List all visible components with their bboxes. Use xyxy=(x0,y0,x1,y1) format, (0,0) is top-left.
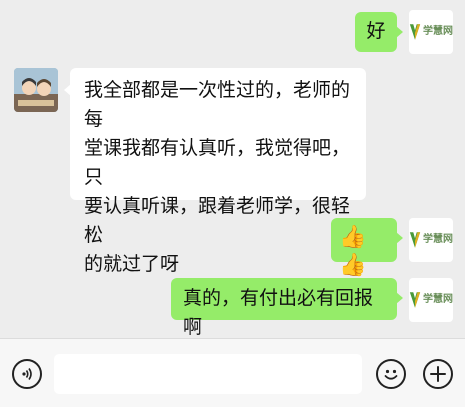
logo-text: 学慧网 xyxy=(423,294,453,305)
logo-icon xyxy=(409,232,421,248)
sender-avatar[interactable]: 学慧网 xyxy=(409,218,453,262)
logo-icon xyxy=(409,292,421,308)
message-bubble-self[interactable]: 真的，有付出必有回报啊 xyxy=(171,278,403,338)
message-text: 真的，有付出必有回报啊 xyxy=(183,287,374,338)
voice-icon xyxy=(22,368,32,380)
chat-area: 学慧网 好 我全部都是一次性过的，老师的每 堂课我都有认真听，我觉得吧，只 要认… xyxy=(0,0,465,338)
message-bubble-self[interactable]: 👍👍 xyxy=(331,218,403,278)
logo-text: 学慧网 xyxy=(423,234,453,245)
thumbs-up-icon: 👍👍 xyxy=(339,225,367,278)
message-line: 我全部都是一次性过的，老师的每 xyxy=(84,79,351,130)
plus-icon xyxy=(430,366,446,382)
message-line: 要认真听课，跟着老师学，很轻松 xyxy=(84,195,351,246)
sender-avatar[interactable]: 学慧网 xyxy=(409,10,453,54)
message-text: 好 xyxy=(366,20,386,42)
message-line: 堂课我都有认真听，我觉得吧，只 xyxy=(84,137,351,188)
voice-button[interactable] xyxy=(12,359,42,389)
message-bubble-other[interactable]: 我全部都是一次性过的，老师的每 堂课我都有认真听，我觉得吧，只 要认真听课，跟着… xyxy=(64,68,366,275)
emoji-icon xyxy=(384,369,398,380)
contact-avatar[interactable] xyxy=(14,68,58,112)
avatar-image xyxy=(14,68,58,112)
emoji-button[interactable] xyxy=(376,359,406,389)
logo-text: 学慧网 xyxy=(423,26,453,37)
sender-avatar[interactable]: 学慧网 xyxy=(409,278,453,322)
message-input[interactable] xyxy=(54,354,362,394)
message-line: 的就过了呀 xyxy=(84,253,180,275)
input-bar xyxy=(0,338,465,407)
plus-button[interactable] xyxy=(423,359,453,389)
message-bubble-self[interactable]: 好 xyxy=(355,12,403,52)
logo-icon xyxy=(409,24,421,40)
